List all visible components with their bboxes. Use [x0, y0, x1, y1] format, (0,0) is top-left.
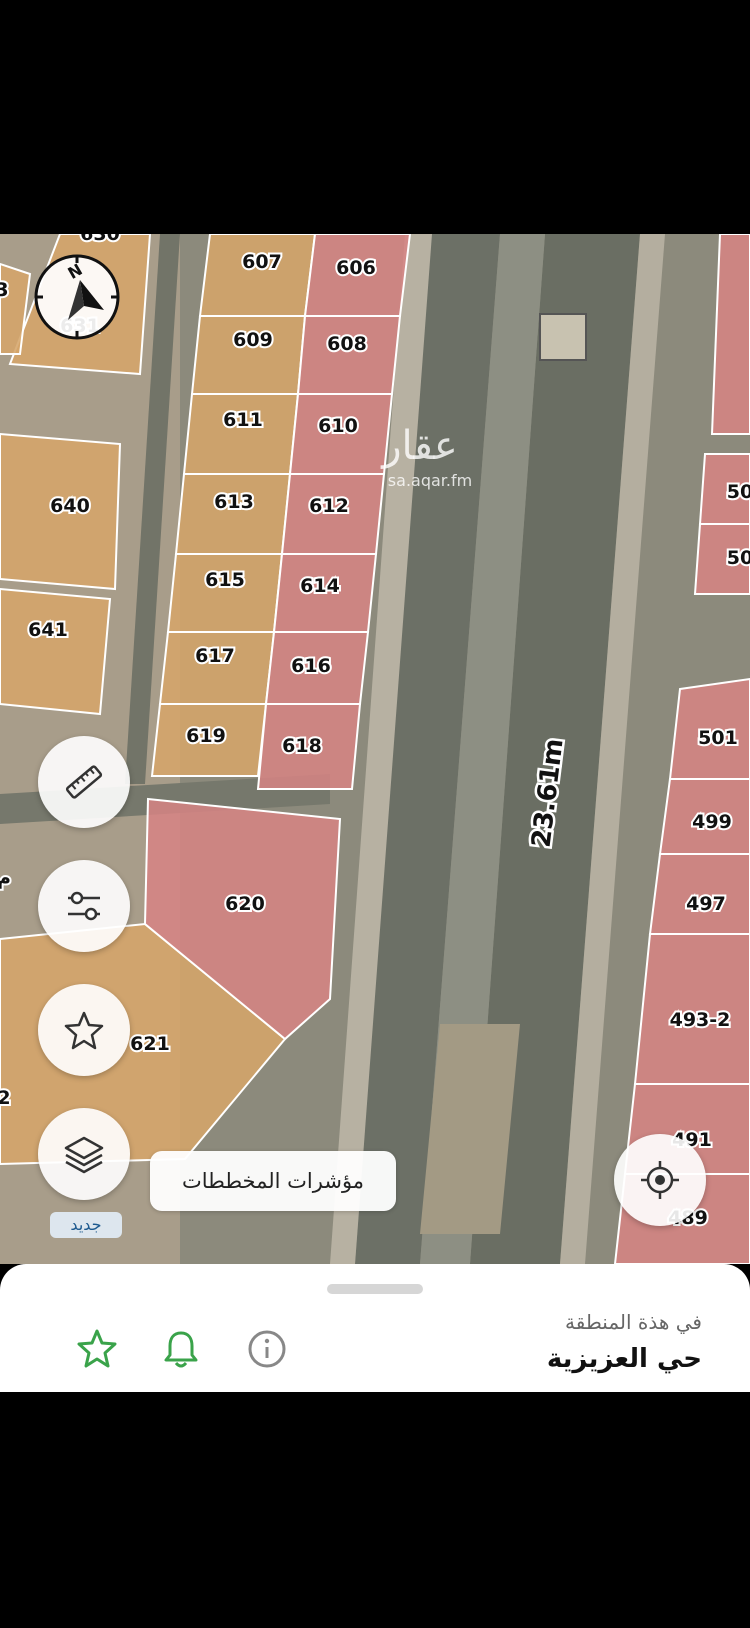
- plot-label[interactable]: 620: [223, 891, 267, 917]
- plot-label[interactable]: 606: [334, 255, 378, 281]
- plan-indicators-tooltip[interactable]: مؤشرات المخططات: [150, 1151, 396, 1211]
- area-subtitle: في هذة المنطقة: [565, 1310, 702, 1334]
- layers-icon: [64, 1136, 104, 1174]
- plot-label[interactable]: 607: [240, 249, 284, 275]
- svg-text:عقار: عقار: [380, 423, 458, 469]
- plot-label[interactable]: 621: [128, 1031, 172, 1057]
- plot-label[interactable]: 609: [231, 327, 275, 353]
- new-badge: جديد: [50, 1212, 122, 1238]
- plot-label[interactable]: 499: [690, 809, 734, 835]
- plot-label[interactable]: 610: [316, 413, 360, 439]
- ruler-icon: [65, 765, 103, 799]
- sheet-drag-handle[interactable]: [327, 1284, 423, 1294]
- plot-label[interactable]: 613: [212, 489, 256, 515]
- plot-label[interactable]: 618: [280, 733, 324, 759]
- measure-button[interactable]: [38, 736, 130, 828]
- sliders-icon: [68, 891, 100, 921]
- compass-button[interactable]: N: [32, 252, 122, 342]
- filters-button[interactable]: [38, 860, 130, 952]
- plot-label[interactable]: 612: [307, 493, 351, 519]
- plot-label[interactable]: 630: [78, 234, 122, 247]
- favorites-button[interactable]: [38, 984, 130, 1076]
- plot-label[interactable]: 616: [289, 653, 333, 679]
- plot-label[interactable]: 617: [193, 643, 237, 669]
- plot-label[interactable]: 640: [48, 493, 92, 519]
- plot-label[interactable]: 50: [725, 545, 750, 571]
- plot-label[interactable]: 497: [684, 891, 728, 917]
- plot-label[interactable]: 641: [26, 617, 70, 643]
- plot-label[interactable]: 611: [221, 407, 265, 433]
- area-title: حي العزيزية: [546, 1344, 702, 1374]
- bell-icon: [164, 1331, 198, 1368]
- my-location-button[interactable]: [614, 1134, 706, 1226]
- info-icon: [248, 1330, 286, 1368]
- plot-label[interactable]: 50: [725, 479, 750, 505]
- plot-label[interactable]: 614: [298, 573, 342, 599]
- compass-icon: N: [34, 254, 120, 340]
- locate-icon: [641, 1161, 679, 1199]
- plot-label[interactable]: 619: [184, 723, 228, 749]
- notify-button[interactable]: [160, 1328, 202, 1370]
- plot-label[interactable]: 615: [203, 567, 247, 593]
- layers-button[interactable]: [38, 1108, 130, 1200]
- plot-label[interactable]: 2: [0, 1085, 13, 1111]
- star-outline-icon: [77, 1329, 117, 1368]
- area-bottom-sheet[interactable]: في هذة المنطقة حي العزيزية: [0, 1264, 750, 1392]
- plot-label[interactable]: 608: [325, 331, 369, 357]
- svg-text:sa.aqar.fm: sa.aqar.fm: [388, 471, 472, 490]
- plot-label[interactable]: م: [0, 865, 13, 891]
- save-area-button[interactable]: [76, 1328, 118, 1370]
- plot-label[interactable]: 3: [0, 277, 11, 303]
- plot-label[interactable]: 501: [696, 725, 740, 751]
- info-button[interactable]: [246, 1328, 288, 1370]
- plot-label[interactable]: 493-2: [668, 1007, 733, 1033]
- star-icon: [64, 1011, 104, 1050]
